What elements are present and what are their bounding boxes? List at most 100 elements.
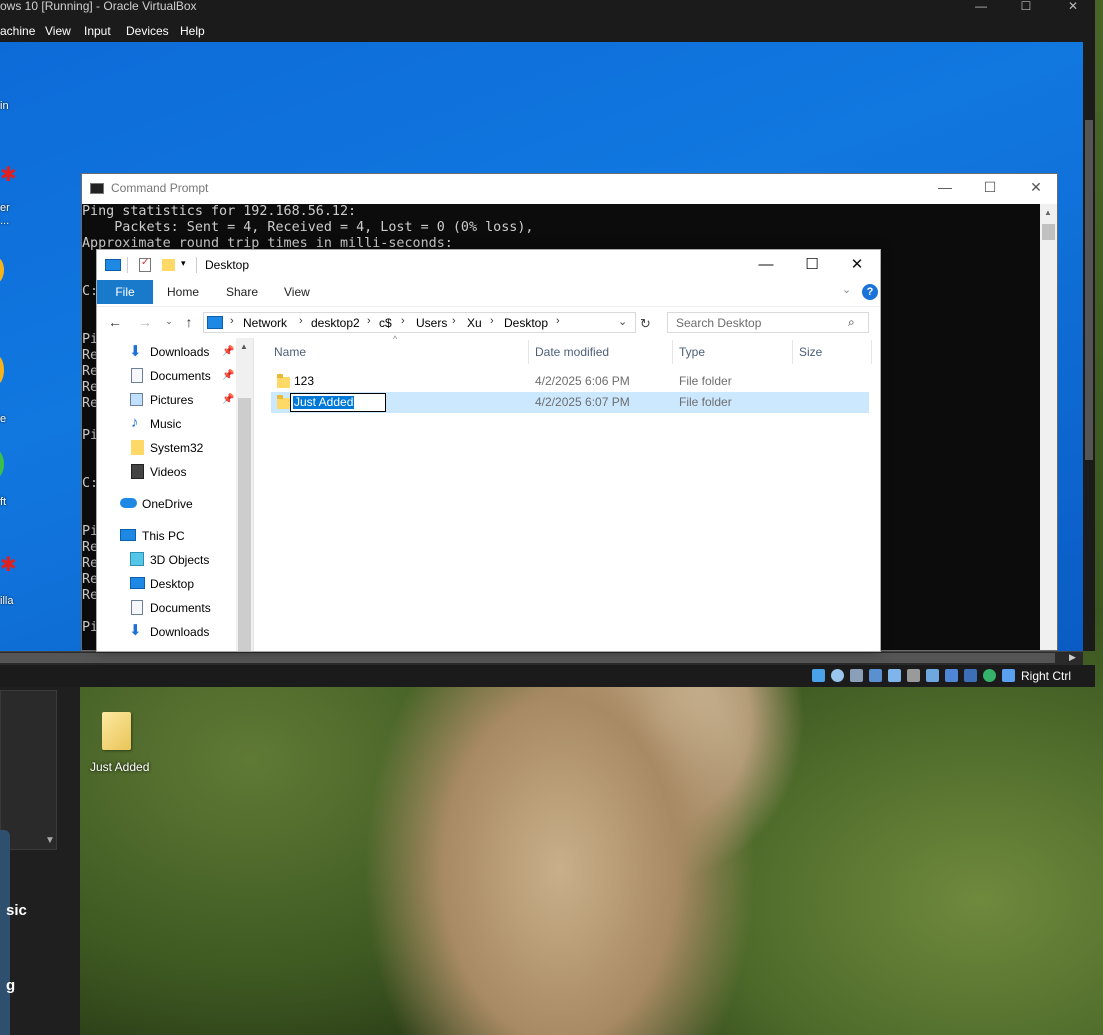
- pin-icon[interactable]: 📌: [222, 370, 234, 381]
- vbox-hscroll-thumb[interactable]: [0, 653, 1055, 663]
- scroll-up-arrow-icon[interactable]: ▲: [240, 342, 248, 351]
- search-icon[interactable]: ⌕: [848, 315, 855, 330]
- search-box[interactable]: Search Desktop ⌕: [667, 312, 869, 333]
- vbox-menu-view[interactable]: View: [45, 24, 71, 38]
- usb-icon[interactable]: [869, 669, 882, 682]
- nav-item-downloads-pc[interactable]: Downloads: [150, 625, 209, 639]
- column-separator[interactable]: [528, 340, 529, 364]
- breadcrumb-separator-icon[interactable]: ›: [490, 315, 494, 327]
- chevron-down-icon[interactable]: ▼: [45, 835, 55, 846]
- host-folder-label[interactable]: Just Added: [90, 760, 149, 774]
- column-header-date-modified[interactable]: Date modified: [535, 345, 609, 359]
- nav-item-pictures[interactable]: Pictures: [150, 393, 193, 407]
- back-arrow-icon[interactable]: ←: [107, 314, 123, 330]
- vbox-vscroll-thumb[interactable]: [1085, 120, 1093, 460]
- breadcrumb-desktop[interactable]: Desktop: [504, 316, 548, 330]
- rename-selected-text[interactable]: Just Added: [293, 396, 355, 409]
- rename-input[interactable]: Just Added: [290, 393, 386, 412]
- qat-dropdown-icon[interactable]: ▾: [181, 258, 186, 269]
- column-header-size[interactable]: Size: [799, 345, 822, 359]
- guest-app-icon[interactable]: [0, 450, 4, 478]
- pane-divider[interactable]: [253, 338, 254, 651]
- display-icon[interactable]: [907, 669, 920, 682]
- vbox-maximize-button[interactable]: ☐: [1008, 0, 1044, 13]
- breadcrumb-users[interactable]: Users: [416, 316, 447, 330]
- file-name[interactable]: 123: [294, 374, 314, 388]
- search-placeholder[interactable]: Search Desktop: [676, 316, 761, 330]
- vbox-menu-input[interactable]: Input: [84, 24, 111, 38]
- breadcrumb-separator-icon[interactable]: ›: [401, 315, 405, 327]
- guest-icon-label[interactable]: illa: [0, 595, 13, 607]
- guest-app-icon[interactable]: [0, 355, 4, 385]
- breadcrumb-separator-icon[interactable]: ›: [367, 315, 371, 327]
- cmd-titlebar[interactable]: Command Prompt — ☐ ✕: [82, 174, 1057, 204]
- breadcrumb-separator-icon[interactable]: ›: [230, 315, 234, 327]
- refresh-icon[interactable]: ↻: [640, 316, 651, 332]
- forward-arrow-icon[interactable]: →: [137, 314, 153, 330]
- address-dropdown-icon[interactable]: ⌄: [618, 315, 627, 328]
- tab-share[interactable]: Share: [226, 285, 258, 299]
- guest-icon-label[interactable]: er: [0, 202, 10, 214]
- breadcrumb-share[interactable]: c$: [379, 316, 392, 330]
- guest-app-icon[interactable]: [0, 257, 4, 283]
- guest-icon-label[interactable]: ...: [0, 215, 9, 227]
- network-icon[interactable]: [850, 669, 863, 682]
- new-folder-icon[interactable]: [162, 259, 175, 271]
- cpu-icon[interactable]: [964, 669, 977, 682]
- vrde-icon[interactable]: [945, 669, 958, 682]
- tab-view[interactable]: View: [284, 285, 310, 299]
- column-separator[interactable]: [871, 340, 872, 364]
- mouse-integration-icon[interactable]: [983, 669, 996, 682]
- nav-item-videos[interactable]: Videos: [150, 465, 186, 479]
- keyboard-capture-icon[interactable]: [1002, 669, 1015, 682]
- column-separator[interactable]: [672, 340, 673, 364]
- nav-item-documents[interactable]: Documents: [150, 369, 211, 383]
- vbox-menu-machine[interactable]: achine: [0, 24, 35, 38]
- scroll-right-arrow-icon[interactable]: ▶: [1069, 652, 1076, 663]
- guest-app-icon[interactable]: ✱: [0, 162, 17, 187]
- audio-icon[interactable]: [831, 669, 844, 682]
- explorer-titlebar[interactable]: ✓ ▾ Desktop — ☐ ✕: [97, 250, 880, 280]
- nav-item-system32[interactable]: System32: [150, 441, 203, 455]
- vbox-menu-devices[interactable]: Devices: [126, 24, 169, 38]
- column-header-type[interactable]: Type: [679, 345, 705, 359]
- tab-file[interactable]: File: [97, 280, 153, 304]
- breadcrumb-separator-icon[interactable]: ›: [556, 315, 560, 327]
- host-folder-icon[interactable]: [102, 712, 131, 750]
- cmd-maximize-button[interactable]: ☐: [975, 179, 1005, 196]
- breadcrumb-desktop2[interactable]: desktop2: [311, 316, 360, 330]
- scroll-up-arrow-icon[interactable]: ▲: [1044, 208, 1052, 217]
- up-arrow-icon[interactable]: ↑: [181, 314, 197, 330]
- guest-icon-label[interactable]: in: [0, 100, 9, 112]
- explorer-close-button[interactable]: ✕: [834, 254, 880, 276]
- video-capture-icon[interactable]: [926, 669, 939, 682]
- cmd-scrollbar[interactable]: ▲: [1040, 204, 1057, 650]
- cmd-close-button[interactable]: ✕: [1021, 179, 1051, 196]
- nav-item-onedrive[interactable]: OneDrive: [142, 497, 193, 511]
- tab-home[interactable]: Home: [167, 285, 199, 299]
- nav-item-downloads[interactable]: Downloads: [150, 345, 209, 359]
- pin-icon[interactable]: 📌: [222, 346, 234, 357]
- breadcrumb-user[interactable]: Xu: [467, 316, 482, 330]
- nav-item-desktop[interactable]: Desktop: [150, 577, 194, 591]
- explorer-maximize-button[interactable]: ☐: [789, 254, 835, 276]
- recent-locations-icon[interactable]: ⌄: [161, 316, 177, 327]
- help-icon[interactable]: ?: [862, 284, 878, 300]
- guest-icon-label[interactable]: e: [0, 413, 6, 425]
- explorer-minimize-button[interactable]: —: [743, 254, 789, 276]
- nav-item-this-pc[interactable]: This PC: [142, 529, 185, 543]
- cmd-minimize-button[interactable]: —: [930, 179, 960, 195]
- nav-item-3d-objects[interactable]: 3D Objects: [150, 553, 209, 567]
- vbox-minimize-button[interactable]: —: [963, 0, 999, 13]
- cmd-scroll-thumb[interactable]: [1042, 224, 1055, 240]
- guest-icon-label[interactable]: ft: [0, 496, 6, 508]
- shared-folders-icon[interactable]: [888, 669, 901, 682]
- vbox-menu-help[interactable]: Help: [180, 24, 205, 38]
- column-separator[interactable]: [792, 340, 793, 364]
- nav-item-documents-pc[interactable]: Documents: [150, 601, 211, 615]
- nav-item-music[interactable]: Music: [150, 417, 181, 431]
- breadcrumb-network[interactable]: Network: [243, 316, 287, 330]
- optical-drive-icon[interactable]: [812, 669, 825, 682]
- nav-pane-scroll-thumb[interactable]: [238, 398, 251, 651]
- explorer-window[interactable]: ✓ ▾ Desktop — ☐ ✕ File Home Share View ⌄…: [96, 249, 881, 652]
